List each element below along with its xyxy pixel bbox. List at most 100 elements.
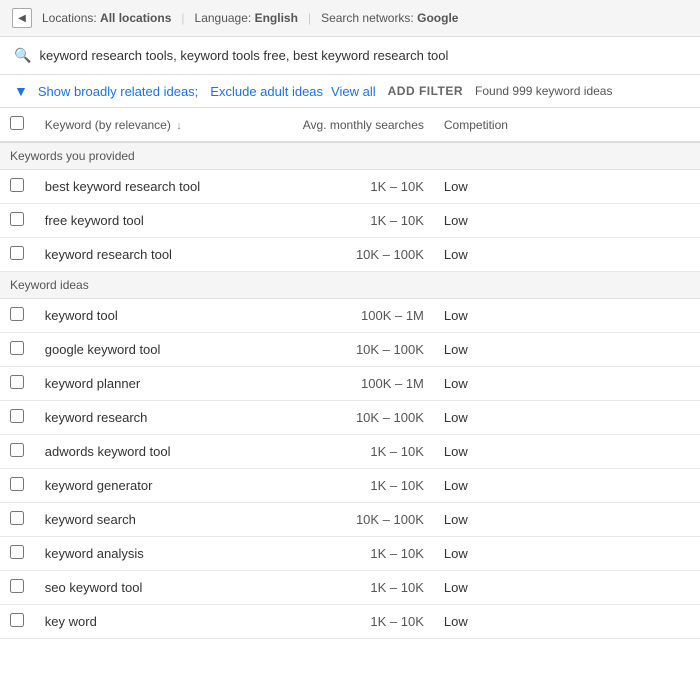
row-checkbox[interactable] — [10, 341, 24, 355]
table-row: keyword search 10K – 100K Low — [0, 503, 700, 537]
competition-cell: Low — [434, 204, 567, 238]
extra-cell — [567, 435, 700, 469]
row-checkbox[interactable] — [10, 511, 24, 525]
row-checkbox[interactable] — [10, 409, 24, 423]
show-broadly-link[interactable]: Show broadly related ideas; — [38, 84, 198, 99]
section-header-row: Keyword ideas — [0, 272, 700, 299]
extra-cell — [567, 299, 700, 333]
header-avg[interactable]: Avg. monthly searches — [270, 108, 434, 142]
row-checkbox[interactable] — [10, 579, 24, 593]
section-header-row: Keywords you provided — [0, 142, 700, 170]
extra-cell — [567, 204, 700, 238]
header-checkbox-col[interactable] — [0, 108, 35, 142]
row-checkbox-cell[interactable] — [0, 537, 35, 571]
keyword-cell: keyword generator — [35, 469, 270, 503]
row-checkbox[interactable] — [10, 178, 24, 192]
competition-cell: Low — [434, 401, 567, 435]
row-checkbox-cell[interactable] — [0, 170, 35, 204]
keyword-col-label: Keyword (by relevance) — [45, 118, 171, 132]
avg-cell: 10K – 100K — [270, 333, 434, 367]
row-checkbox-cell[interactable] — [0, 571, 35, 605]
keyword-cell: seo keyword tool — [35, 571, 270, 605]
keyword-table: Keyword (by relevance) ↓ Avg. monthly se… — [0, 108, 700, 639]
keyword-cell: free keyword tool — [35, 204, 270, 238]
table-row: keyword planner 100K – 1M Low — [0, 367, 700, 401]
networks-label: Search networks: — [321, 11, 414, 25]
extra-cell — [567, 401, 700, 435]
competition-col-label: Competition — [444, 118, 508, 132]
networks-value: Google — [417, 11, 458, 25]
search-input[interactable] — [39, 48, 686, 63]
filter-icon: ▼ — [14, 83, 28, 99]
table-row: free keyword tool 1K – 10K Low — [0, 204, 700, 238]
avg-cell: 1K – 10K — [270, 469, 434, 503]
row-checkbox[interactable] — [10, 375, 24, 389]
avg-cell: 100K – 1M — [270, 299, 434, 333]
competition-cell: Low — [434, 571, 567, 605]
competition-cell: Low — [434, 469, 567, 503]
competition-cell: Low — [434, 170, 567, 204]
avg-cell: 1K – 10K — [270, 170, 434, 204]
row-checkbox-cell[interactable] — [0, 469, 35, 503]
select-all-checkbox[interactable] — [10, 116, 24, 130]
avg-cell: 100K – 1M — [270, 367, 434, 401]
avg-cell: 10K – 100K — [270, 503, 434, 537]
search-icon: 🔍 — [14, 47, 31, 64]
row-checkbox-cell[interactable] — [0, 333, 35, 367]
row-checkbox-cell[interactable] — [0, 503, 35, 537]
competition-cell: Low — [434, 537, 567, 571]
row-checkbox[interactable] — [10, 613, 24, 627]
extra-cell — [567, 238, 700, 272]
avg-cell: 10K – 100K — [270, 238, 434, 272]
language-label: Language: — [195, 11, 252, 25]
keyword-cell: key word — [35, 605, 270, 639]
avg-cell: 1K – 10K — [270, 605, 434, 639]
locations-label: Locations: — [42, 11, 97, 25]
row-checkbox[interactable] — [10, 246, 24, 260]
row-checkbox-cell[interactable] — [0, 367, 35, 401]
competition-cell: Low — [434, 503, 567, 537]
add-filter-button[interactable]: ADD FILTER — [388, 84, 463, 98]
back-button[interactable]: ◀ — [12, 8, 32, 28]
extra-cell — [567, 333, 700, 367]
header-keyword[interactable]: Keyword (by relevance) ↓ — [35, 108, 270, 142]
extra-cell — [567, 170, 700, 204]
row-checkbox[interactable] — [10, 443, 24, 457]
row-checkbox[interactable] — [10, 212, 24, 226]
avg-cell: 10K – 100K — [270, 401, 434, 435]
table-row: seo keyword tool 1K – 10K Low — [0, 571, 700, 605]
row-checkbox-cell[interactable] — [0, 204, 35, 238]
keyword-cell: keyword research — [35, 401, 270, 435]
extra-cell — [567, 503, 700, 537]
keyword-cell: keyword analysis — [35, 537, 270, 571]
avg-cell: 1K – 10K — [270, 571, 434, 605]
extra-cell — [567, 605, 700, 639]
header-competition[interactable]: Competition — [434, 108, 567, 142]
top-bar: ◀ Locations: All locations | Language: E… — [0, 0, 700, 37]
competition-cell: Low — [434, 367, 567, 401]
keyword-cell: keyword search — [35, 503, 270, 537]
language-value: English — [255, 11, 298, 25]
sort-arrow-icon: ↓ — [176, 120, 182, 132]
competition-cell: Low — [434, 435, 567, 469]
row-checkbox-cell[interactable] — [0, 605, 35, 639]
view-all-link[interactable]: View all — [331, 84, 376, 99]
row-checkbox[interactable] — [10, 477, 24, 491]
table-row: keyword research 10K – 100K Low — [0, 401, 700, 435]
extra-cell — [567, 537, 700, 571]
row-checkbox[interactable] — [10, 545, 24, 559]
row-checkbox-cell[interactable] — [0, 299, 35, 333]
exclude-adult-link[interactable]: Exclude adult ideas — [210, 84, 323, 99]
found-text: Found 999 keyword ideas — [475, 84, 612, 98]
table-body: Keywords you provided best keyword resea… — [0, 142, 700, 639]
row-checkbox[interactable] — [10, 307, 24, 321]
extra-cell — [567, 469, 700, 503]
row-checkbox-cell[interactable] — [0, 435, 35, 469]
filter-bar: ▼ Show broadly related ideas; Exclude ad… — [0, 75, 700, 108]
row-checkbox-cell[interactable] — [0, 238, 35, 272]
keyword-cell: adwords keyword tool — [35, 435, 270, 469]
competition-cell: Low — [434, 299, 567, 333]
row-checkbox-cell[interactable] — [0, 401, 35, 435]
keyword-cell: keyword research tool — [35, 238, 270, 272]
search-bar: 🔍 — [0, 37, 700, 75]
